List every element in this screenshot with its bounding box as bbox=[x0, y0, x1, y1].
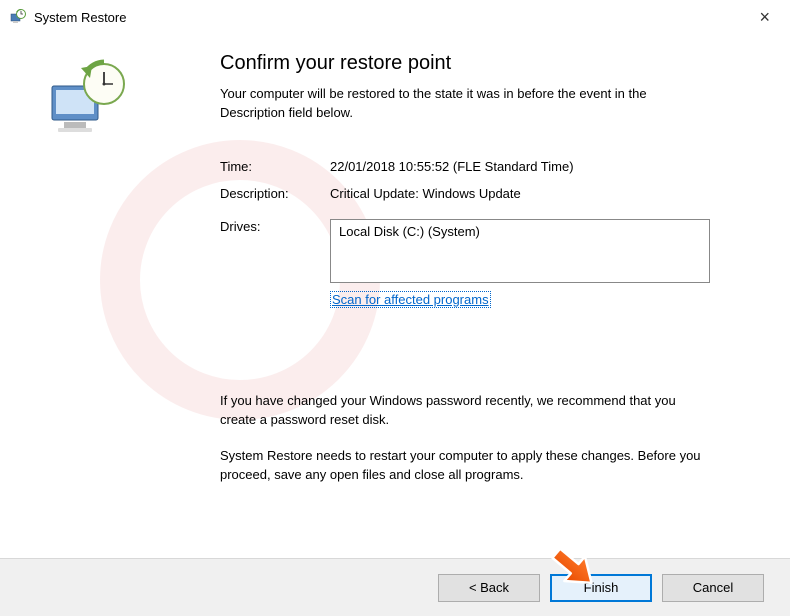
description-label: Description: bbox=[220, 186, 330, 201]
back-button[interactable]: < Back bbox=[438, 574, 540, 602]
page-heading: Confirm your restore point bbox=[220, 52, 750, 75]
footer-button-bar: < Back Finish Cancel bbox=[0, 558, 790, 616]
time-label: Time: bbox=[220, 159, 330, 174]
restore-illustration-icon bbox=[46, 58, 136, 148]
restart-note: System Restore needs to restart your com… bbox=[220, 447, 710, 485]
password-note: If you have changed your Windows passwor… bbox=[220, 392, 710, 430]
time-value: 22/01/2018 10:55:52 (FLE Standard Time) bbox=[330, 159, 750, 174]
cancel-button[interactable]: Cancel bbox=[662, 574, 764, 602]
system-restore-icon bbox=[10, 9, 26, 25]
drives-label: Drives: bbox=[220, 219, 330, 308]
finish-button[interactable]: Finish bbox=[550, 574, 652, 602]
scan-affected-programs-link[interactable]: Scan for affected programs bbox=[330, 291, 491, 308]
drives-listbox[interactable]: Local Disk (C:) (System) bbox=[330, 219, 710, 283]
description-value: Critical Update: Windows Update bbox=[330, 186, 750, 201]
title-bar: System Restore × bbox=[0, 0, 790, 34]
close-button[interactable]: × bbox=[753, 6, 776, 28]
window-title: System Restore bbox=[34, 10, 126, 25]
intro-text: Your computer will be restored to the st… bbox=[220, 85, 700, 123]
drives-item: Local Disk (C:) (System) bbox=[339, 224, 480, 239]
